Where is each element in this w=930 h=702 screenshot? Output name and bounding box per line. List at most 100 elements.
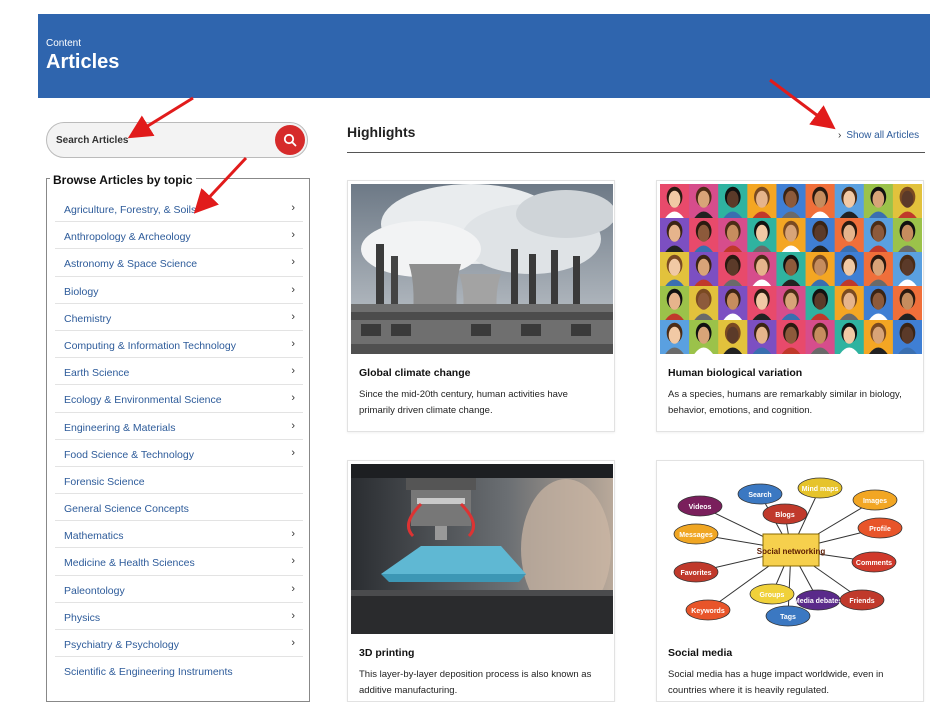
article-card-human-variation[interactable]: Human biological variation As a species,…	[656, 180, 924, 432]
face-tile	[834, 286, 865, 321]
face-tile	[892, 320, 922, 354]
center-label: Social networking	[757, 547, 826, 556]
social-networking-image[interactable]: Social networking Videos Search Mind maps Im…	[660, 464, 922, 634]
card-description: This layer-by-layer deposition process i…	[359, 669, 592, 696]
topic-item[interactable]: Chemistry ›	[55, 304, 303, 331]
topic-label: Earth Science	[64, 367, 130, 380]
card-title[interactable]: Human biological variation	[668, 367, 802, 379]
face-tile	[660, 184, 690, 219]
topic-label: Computing & Information Technology	[64, 339, 236, 352]
topic-item[interactable]: Medicine & Health Sciences ›	[55, 548, 303, 576]
card-description: Since the mid-20th century, human activi…	[359, 389, 568, 416]
topic-label: Agriculture, Forestry, & Soils	[64, 204, 197, 216]
topic-item[interactable]: Mathematics ›	[55, 521, 303, 549]
bubble-label: Mind maps	[802, 486, 839, 493]
face-tile	[805, 252, 836, 287]
topics-heading: Browse Articles by topic	[50, 173, 196, 187]
article-card-climate[interactable]: Global climate change Since the mid-20th…	[347, 180, 615, 432]
topic-label: General Science Concepts	[64, 503, 189, 516]
show-all-articles-link[interactable]: › Show all Articles	[838, 130, 919, 141]
topic-item[interactable]: Biology ›	[55, 277, 303, 304]
face-tile	[776, 184, 807, 219]
face-tile	[660, 286, 690, 321]
card-title[interactable]: Global climate change	[359, 367, 470, 379]
topic-label: Astronomy & Space Science	[64, 258, 198, 271]
topic-label: Chemistry	[64, 312, 112, 325]
topic-label: Food Science & Technology	[64, 448, 194, 461]
topics-list: Agriculture, Forestry, & Soils › Anthropol…	[55, 195, 303, 684]
topic-item[interactable]: Engineering & Materials ›	[55, 413, 303, 440]
face-tile	[834, 184, 865, 219]
card-description: Social media has a huge impact worldwide…	[668, 669, 884, 696]
face-tile	[747, 320, 777, 354]
topic-label: Engineering & Materials	[64, 421, 176, 434]
topic-item[interactable]: Computing & Information Technology ›	[55, 331, 303, 359]
bubble-label: Keywords	[691, 608, 725, 615]
face-tile	[805, 218, 836, 253]
article-card-social-media[interactable]: Social networking Videos Search Mind maps Im…	[656, 460, 924, 702]
bubble-label: Comments	[856, 560, 892, 567]
face-tile	[834, 320, 865, 354]
3d-printer-image[interactable]	[351, 464, 613, 634]
face-tile	[834, 252, 865, 287]
face-tile	[718, 320, 748, 354]
page-title: Articles	[46, 51, 120, 73]
card-description: As a species, humans are remarkably simi…	[668, 389, 902, 416]
face-tile	[718, 252, 748, 287]
face-tile	[718, 184, 748, 219]
card-title[interactable]: Social media	[668, 647, 732, 659]
face-tile	[776, 320, 807, 354]
faces-grid-image[interactable]	[660, 184, 922, 354]
face-tile	[689, 252, 719, 287]
topic-item[interactable]: Food Science & Technology ›	[55, 440, 303, 467]
face-tile	[776, 218, 807, 253]
topic-item[interactable]: Physics ›	[55, 603, 303, 630]
face-tile	[660, 252, 690, 287]
face-tile	[892, 184, 922, 219]
climate-image[interactable]	[351, 184, 613, 354]
bubble-label: Messages	[679, 532, 713, 539]
face-tile	[776, 252, 807, 287]
chevron-right-icon: ›	[291, 528, 295, 541]
topic-item[interactable]: Psychiatry & Psychology ›	[55, 630, 303, 658]
bubble-label: Media debates	[794, 598, 842, 605]
face-tile	[863, 320, 894, 354]
face-tile	[863, 286, 894, 321]
search-input[interactable]: Search Articles	[56, 135, 128, 146]
topic-item[interactable]: Scientific & Engineering Instruments	[55, 657, 303, 684]
chevron-right-icon: ›	[291, 419, 295, 432]
bubble-label: Favorites	[680, 570, 711, 577]
search-bar[interactable]: Search Articles	[46, 122, 308, 158]
topic-item[interactable]: Ecology & Environmental Science ›	[55, 385, 303, 413]
face-tile	[863, 218, 894, 253]
chevron-right-icon: ›	[291, 283, 295, 296]
topic-item[interactable]: Anthropology & Archeology ›	[55, 222, 303, 250]
face-tile	[747, 252, 777, 287]
chevron-right-icon: ›	[291, 229, 295, 242]
face-tile	[805, 184, 836, 219]
bubble-label: Blogs	[775, 512, 795, 519]
face-tile	[863, 184, 894, 219]
chevron-right-icon: ›	[291, 337, 295, 350]
page-header: Content Articles	[38, 14, 930, 98]
face-tile	[892, 252, 922, 287]
topics-panel: Browse Articles by topic Agriculture, Fo…	[46, 173, 310, 702]
search-button[interactable]	[275, 125, 305, 155]
topic-item[interactable]: Agriculture, Forestry, & Soils ›	[55, 195, 303, 223]
topic-item[interactable]: Earth Science ›	[55, 358, 303, 386]
topic-item[interactable]: Astronomy & Space Science ›	[55, 249, 303, 277]
chevron-right-icon: ›	[838, 130, 842, 141]
face-tile	[892, 218, 922, 253]
show-all-label: Show all Articles	[846, 130, 920, 141]
topic-item[interactable]: Forensic Science	[55, 467, 303, 495]
topic-item[interactable]: General Science Concepts	[55, 494, 303, 522]
topic-item[interactable]: Paleontology ›	[55, 576, 303, 603]
face-tile	[805, 320, 836, 354]
topic-label: Biology	[64, 285, 99, 298]
bubble-label: Groups	[760, 592, 785, 599]
card-title[interactable]: 3D printing	[359, 647, 414, 659]
header-eyebrow[interactable]: Content	[46, 38, 81, 49]
article-card-3d-printing[interactable]: 3D printing This layer-by-layer depositi…	[347, 460, 615, 702]
bubble-label: Search	[748, 492, 771, 499]
chevron-right-icon: ›	[291, 555, 295, 568]
